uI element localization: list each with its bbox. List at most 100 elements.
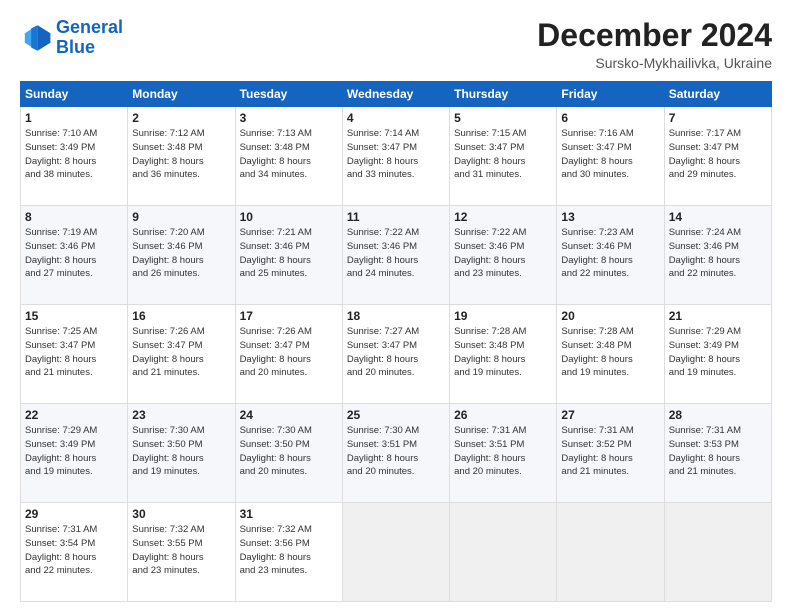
weekday-header: Friday: [557, 82, 664, 107]
day-number: 17: [240, 309, 338, 323]
calendar-cell: 11 Sunrise: 7:22 AM Sunset: 3:46 PM Dayli…: [342, 206, 449, 305]
day-info: Sunrise: 7:30 AM Sunset: 3:51 PM Dayligh…: [347, 424, 445, 479]
calendar-cell: 28 Sunrise: 7:31 AM Sunset: 3:53 PM Dayli…: [664, 404, 771, 503]
day-number: 27: [561, 408, 659, 422]
calendar-cell: 19 Sunrise: 7:28 AM Sunset: 3:48 PM Dayli…: [450, 305, 557, 404]
logo: General Blue: [20, 18, 123, 58]
location-subtitle: Sursko-Mykhailivka, Ukraine: [537, 55, 772, 71]
calendar-cell: [450, 503, 557, 602]
day-number: 20: [561, 309, 659, 323]
day-number: 19: [454, 309, 552, 323]
header: General Blue December 2024 Sursko-Mykhai…: [20, 18, 772, 71]
calendar-week-row: 22Sunrise: 7:29 AM Sunset: 3:49 PM Dayli…: [21, 404, 772, 503]
calendar-cell: 29 Sunrise: 7:31 AM Sunset: 3:54 PM Dayli…: [21, 503, 128, 602]
calendar-cell: 2 Sunrise: 7:12 AM Sunset: 3:48 PM Daylig…: [128, 107, 235, 206]
calendar-cell: 17 Sunrise: 7:26 AM Sunset: 3:47 PM Dayli…: [235, 305, 342, 404]
day-number: 4: [347, 111, 445, 125]
calendar-cell: 18Sunrise: 7:27 AM Sunset: 3:47 PM Dayli…: [342, 305, 449, 404]
day-number: 11: [347, 210, 445, 224]
day-number: 9: [132, 210, 230, 224]
day-number: 15: [25, 309, 123, 323]
calendar-cell: 10 Sunrise: 7:21 AM Sunset: 3:46 PM Dayli…: [235, 206, 342, 305]
weekday-header: Saturday: [664, 82, 771, 107]
day-info: Sunrise: 7:27 AM Sunset: 3:47 PM Dayligh…: [347, 325, 445, 380]
calendar-cell: 25 Sunrise: 7:30 AM Sunset: 3:51 PM Dayli…: [342, 404, 449, 503]
day-info: Sunrise: 7:22 AM Sunset: 3:46 PM Dayligh…: [454, 226, 552, 281]
day-number: 26: [454, 408, 552, 422]
day-number: 12: [454, 210, 552, 224]
day-number: 6: [561, 111, 659, 125]
calendar-week-row: 15 Sunrise: 7:25 AM Sunset: 3:47 PM Dayli…: [21, 305, 772, 404]
day-info: Sunrise: 7:31 AM Sunset: 3:53 PM Dayligh…: [669, 424, 767, 479]
calendar-cell: 1 Sunrise: 7:10 AM Sunset: 3:49 PM Daylig…: [21, 107, 128, 206]
day-info: Sunrise: 7:28 AM Sunset: 3:48 PM Dayligh…: [561, 325, 659, 380]
weekday-header: Thursday: [450, 82, 557, 107]
calendar-header-row: SundayMondayTuesdayWednesdayThursdayFrid…: [21, 82, 772, 107]
calendar-cell: 22Sunrise: 7:29 AM Sunset: 3:49 PM Dayli…: [21, 404, 128, 503]
day-info: Sunrise: 7:19 AM Sunset: 3:46 PM Dayligh…: [25, 226, 123, 281]
logo-icon: [20, 22, 52, 54]
calendar-cell: 13Sunrise: 7:23 AM Sunset: 3:46 PM Dayli…: [557, 206, 664, 305]
day-number: 14: [669, 210, 767, 224]
month-title: December 2024: [537, 18, 772, 53]
title-block: December 2024 Sursko-Mykhailivka, Ukrain…: [537, 18, 772, 71]
calendar-cell: [664, 503, 771, 602]
day-info: Sunrise: 7:20 AM Sunset: 3:46 PM Dayligh…: [132, 226, 230, 281]
logo-line1: General: [56, 17, 123, 37]
day-info: Sunrise: 7:15 AM Sunset: 3:47 PM Dayligh…: [454, 127, 552, 182]
day-number: 30: [132, 507, 230, 521]
day-info: Sunrise: 7:32 AM Sunset: 3:55 PM Dayligh…: [132, 523, 230, 578]
calendar-cell: 16Sunrise: 7:26 AM Sunset: 3:47 PM Dayli…: [128, 305, 235, 404]
calendar-cell: 6 Sunrise: 7:16 AM Sunset: 3:47 PM Daylig…: [557, 107, 664, 206]
day-info: Sunrise: 7:31 AM Sunset: 3:52 PM Dayligh…: [561, 424, 659, 479]
weekday-header: Wednesday: [342, 82, 449, 107]
calendar-cell: 14 Sunrise: 7:24 AM Sunset: 3:46 PM Dayli…: [664, 206, 771, 305]
calendar-cell: 7Sunrise: 7:17 AM Sunset: 3:47 PM Daylig…: [664, 107, 771, 206]
day-info: Sunrise: 7:28 AM Sunset: 3:48 PM Dayligh…: [454, 325, 552, 380]
day-number: 25: [347, 408, 445, 422]
calendar-cell: 24Sunrise: 7:30 AM Sunset: 3:50 PM Dayli…: [235, 404, 342, 503]
day-info: Sunrise: 7:32 AM Sunset: 3:56 PM Dayligh…: [240, 523, 338, 578]
day-info: Sunrise: 7:26 AM Sunset: 3:47 PM Dayligh…: [240, 325, 338, 380]
day-info: Sunrise: 7:12 AM Sunset: 3:48 PM Dayligh…: [132, 127, 230, 182]
day-info: Sunrise: 7:14 AM Sunset: 3:47 PM Dayligh…: [347, 127, 445, 182]
calendar-cell: 5 Sunrise: 7:15 AM Sunset: 3:47 PM Daylig…: [450, 107, 557, 206]
calendar-table: SundayMondayTuesdayWednesdayThursdayFrid…: [20, 81, 772, 602]
day-number: 5: [454, 111, 552, 125]
calendar-cell: 15 Sunrise: 7:25 AM Sunset: 3:47 PM Dayli…: [21, 305, 128, 404]
weekday-header: Tuesday: [235, 82, 342, 107]
day-info: Sunrise: 7:21 AM Sunset: 3:46 PM Dayligh…: [240, 226, 338, 281]
logo-line2: Blue: [56, 37, 95, 57]
calendar-cell: 21Sunrise: 7:29 AM Sunset: 3:49 PM Dayli…: [664, 305, 771, 404]
calendar-cell: 3 Sunrise: 7:13 AM Sunset: 3:48 PM Daylig…: [235, 107, 342, 206]
day-info: Sunrise: 7:29 AM Sunset: 3:49 PM Dayligh…: [669, 325, 767, 380]
calendar-cell: [342, 503, 449, 602]
day-info: Sunrise: 7:25 AM Sunset: 3:47 PM Dayligh…: [25, 325, 123, 380]
calendar-week-row: 29 Sunrise: 7:31 AM Sunset: 3:54 PM Dayli…: [21, 503, 772, 602]
calendar-week-row: 1 Sunrise: 7:10 AM Sunset: 3:49 PM Daylig…: [21, 107, 772, 206]
calendar-cell: 8 Sunrise: 7:19 AM Sunset: 3:46 PM Daylig…: [21, 206, 128, 305]
day-number: 1: [25, 111, 123, 125]
calendar-week-row: 8 Sunrise: 7:19 AM Sunset: 3:46 PM Daylig…: [21, 206, 772, 305]
day-info: Sunrise: 7:31 AM Sunset: 3:54 PM Dayligh…: [25, 523, 123, 578]
day-number: 8: [25, 210, 123, 224]
day-info: Sunrise: 7:16 AM Sunset: 3:47 PM Dayligh…: [561, 127, 659, 182]
day-info: Sunrise: 7:24 AM Sunset: 3:46 PM Dayligh…: [669, 226, 767, 281]
day-info: Sunrise: 7:29 AM Sunset: 3:49 PM Dayligh…: [25, 424, 123, 479]
day-number: 10: [240, 210, 338, 224]
day-number: 29: [25, 507, 123, 521]
calendar-cell: 30 Sunrise: 7:32 AM Sunset: 3:55 PM Dayli…: [128, 503, 235, 602]
day-number: 23: [132, 408, 230, 422]
day-info: Sunrise: 7:31 AM Sunset: 3:51 PM Dayligh…: [454, 424, 552, 479]
day-number: 13: [561, 210, 659, 224]
calendar-cell: 9 Sunrise: 7:20 AM Sunset: 3:46 PM Daylig…: [128, 206, 235, 305]
day-info: Sunrise: 7:13 AM Sunset: 3:48 PM Dayligh…: [240, 127, 338, 182]
weekday-header: Sunday: [21, 82, 128, 107]
day-number: 31: [240, 507, 338, 521]
day-number: 2: [132, 111, 230, 125]
day-number: 7: [669, 111, 767, 125]
day-number: 3: [240, 111, 338, 125]
day-info: Sunrise: 7:10 AM Sunset: 3:49 PM Dayligh…: [25, 127, 123, 182]
day-number: 28: [669, 408, 767, 422]
day-info: Sunrise: 7:22 AM Sunset: 3:46 PM Dayligh…: [347, 226, 445, 281]
